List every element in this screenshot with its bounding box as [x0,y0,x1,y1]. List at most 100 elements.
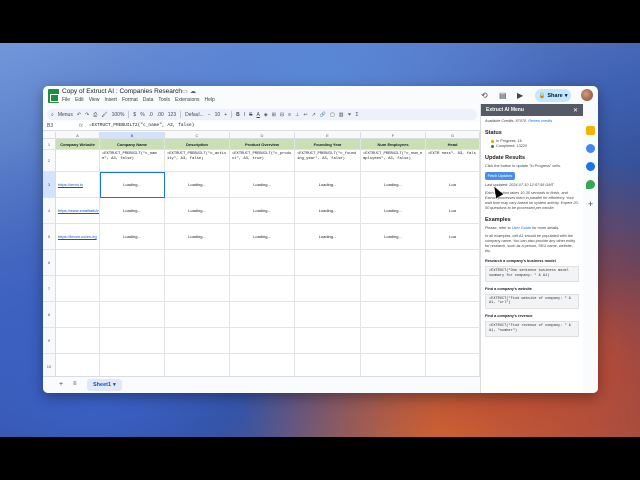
menu-data[interactable]: Data [143,97,154,103]
column-title-cell[interactable]: Num Employees [361,139,426,150]
loading-cell[interactable]: Loading... [295,198,361,224]
doc-title[interactable]: Copy of Extruct AI : Companies Research [62,88,182,95]
table-cell[interactable] [295,250,361,276]
loading-cell[interactable]: Loading... [100,224,165,250]
keep-icon[interactable] [586,126,595,135]
table-cell[interactable] [361,328,426,354]
font-size-input[interactable]: 10 [215,112,221,118]
name-box[interactable]: B3 [47,123,53,129]
column-title-cell[interactable]: Head [426,139,480,150]
menu-view[interactable]: View [89,97,100,103]
table-cell[interactable] [100,328,165,354]
column-title-cell[interactable]: Company Name [100,139,165,150]
link-icon[interactable]: 🔗 [320,112,326,118]
print-icon[interactable]: ⎙ [93,112,97,118]
column-title-cell[interactable]: Company Website [56,139,100,150]
table-cell[interactable] [165,302,230,328]
loading-cell[interactable]: Loading... [100,198,165,224]
column-title-cell[interactable]: Founding Year [295,139,361,150]
loading-cell[interactable]: Loading... [295,172,361,198]
search-menus-label[interactable]: Menus [58,112,73,118]
panel-body[interactable]: Available Credits: 87070. Renew credits … [481,116,583,342]
add-sheet-button[interactable]: + [59,381,63,388]
column-header[interactable]: E [295,132,361,139]
add-addon-icon[interactable]: + [586,200,595,209]
font-select[interactable]: Defaul... [185,112,204,118]
search-menus-icon[interactable]: ⌕ [51,112,54,118]
decrease-decimal-button[interactable]: .0 [149,112,153,118]
table-cell[interactable] [100,276,165,302]
table-cell[interactable] [230,250,295,276]
formula-cell[interactable]: =EXTRUCT_PREBUILT("c_activity", A3, fals… [165,150,230,172]
more-formats-button[interactable]: 123 [168,112,176,118]
table-cell[interactable] [56,250,100,276]
website-link-cell[interactable]: https://www.smalltalk2me.com [56,198,100,224]
sheets-logo-icon[interactable] [48,89,59,103]
column-header[interactable]: C [165,132,230,139]
maps-icon[interactable] [586,180,595,189]
comment-icon[interactable]: ▢ [330,112,335,118]
font-size-increase-icon[interactable]: + [224,112,227,118]
table-cell[interactable] [295,276,361,302]
star-icon[interactable]: ☆ [174,88,179,95]
row-header[interactable]: 5 [43,224,56,250]
formula-cell[interactable]: =EXTRUCT_PREBUILT("c_num_employees", A3,… [361,150,426,172]
table-cell[interactable] [230,328,295,354]
table-cell[interactable] [230,354,295,376]
table-cell[interactable] [426,302,480,328]
menu-edit[interactable]: Edit [75,97,84,103]
contacts-icon[interactable] [586,162,595,171]
table-cell[interactable] [426,276,480,302]
column-header[interactable]: F [361,132,426,139]
history-icon[interactable]: ⟲ [481,91,488,100]
table-cell[interactable] [426,328,480,354]
formula-cell[interactable]: =EXTRUCT_PREBUILT("c_founding_year", A3,… [295,150,361,172]
menu-extensions[interactable]: Extensions [175,97,199,103]
strikethrough-icon[interactable]: S [249,112,252,118]
example-code[interactable]: =EXTRUCT("Find website of company: " & A… [485,293,579,310]
formula-input[interactable]: =EXTRUCT_PREBUILT2("c_name", A3, false) [89,123,194,128]
merge-cells-icon[interactable]: ⊟ [280,112,284,118]
menu-help[interactable]: Help [205,97,215,103]
zoom-select[interactable]: 100% [112,112,125,118]
table-cell[interactable] [56,276,100,302]
spreadsheet-grid[interactable]: A B C D E F G 1 Company Website Company Name Descr… [43,132,480,376]
valign-icon[interactable]: ⊥ [295,112,299,118]
table-cell[interactable] [165,354,230,376]
row-header[interactable]: 1 [43,139,56,150]
row-header[interactable]: 4 [43,198,56,224]
loading-cell[interactable]: Loa [426,198,480,224]
loading-cell[interactable]: Loading... [230,172,295,198]
row-header[interactable]: 3 [43,172,56,198]
website-link-cell[interactable]: https://omni.io [56,172,100,198]
filter-icon[interactable]: ⏷ [348,112,352,118]
loading-cell[interactable]: Loading... [230,198,295,224]
website-link-cell[interactable]: https://fmom.co/en-eg [56,224,100,250]
comments-icon[interactable]: ▤ [499,91,507,100]
table-cell[interactable] [361,302,426,328]
column-header[interactable]: D [230,132,295,139]
increase-decimal-button[interactable]: .00 [157,112,164,118]
table-cell[interactable] [165,250,230,276]
menu-insert[interactable]: Insert [104,97,117,103]
loading-cell[interactable]: Loading... [361,172,426,198]
tasks-icon[interactable] [586,144,595,153]
table-cell[interactable] [56,150,100,172]
formula-cell[interactable]: =EXTR ness", A3, fals [426,150,480,172]
paint-format-icon[interactable]: 🖌 [101,112,107,118]
font-size-decrease-icon[interactable]: − [208,112,211,118]
avatar[interactable] [581,89,593,101]
table-cell[interactable] [230,276,295,302]
formula-cell[interactable]: =EXTRUCT_PREBUILT("c_product", A3, true) [230,150,295,172]
table-cell[interactable] [100,250,165,276]
undo-icon[interactable]: ↶ [77,112,81,118]
fill-color-icon[interactable]: ◈ [264,112,268,118]
align-icon[interactable]: ≡ [288,112,291,118]
italic-icon[interactable]: I [244,112,245,118]
menu-format[interactable]: Format [122,97,138,103]
table-cell[interactable] [56,328,100,354]
loading-cell[interactable]: Loading... [230,224,295,250]
table-cell[interactable] [56,354,100,376]
row-header[interactable]: 8 [43,302,56,328]
row-header[interactable]: 7 [43,276,56,302]
